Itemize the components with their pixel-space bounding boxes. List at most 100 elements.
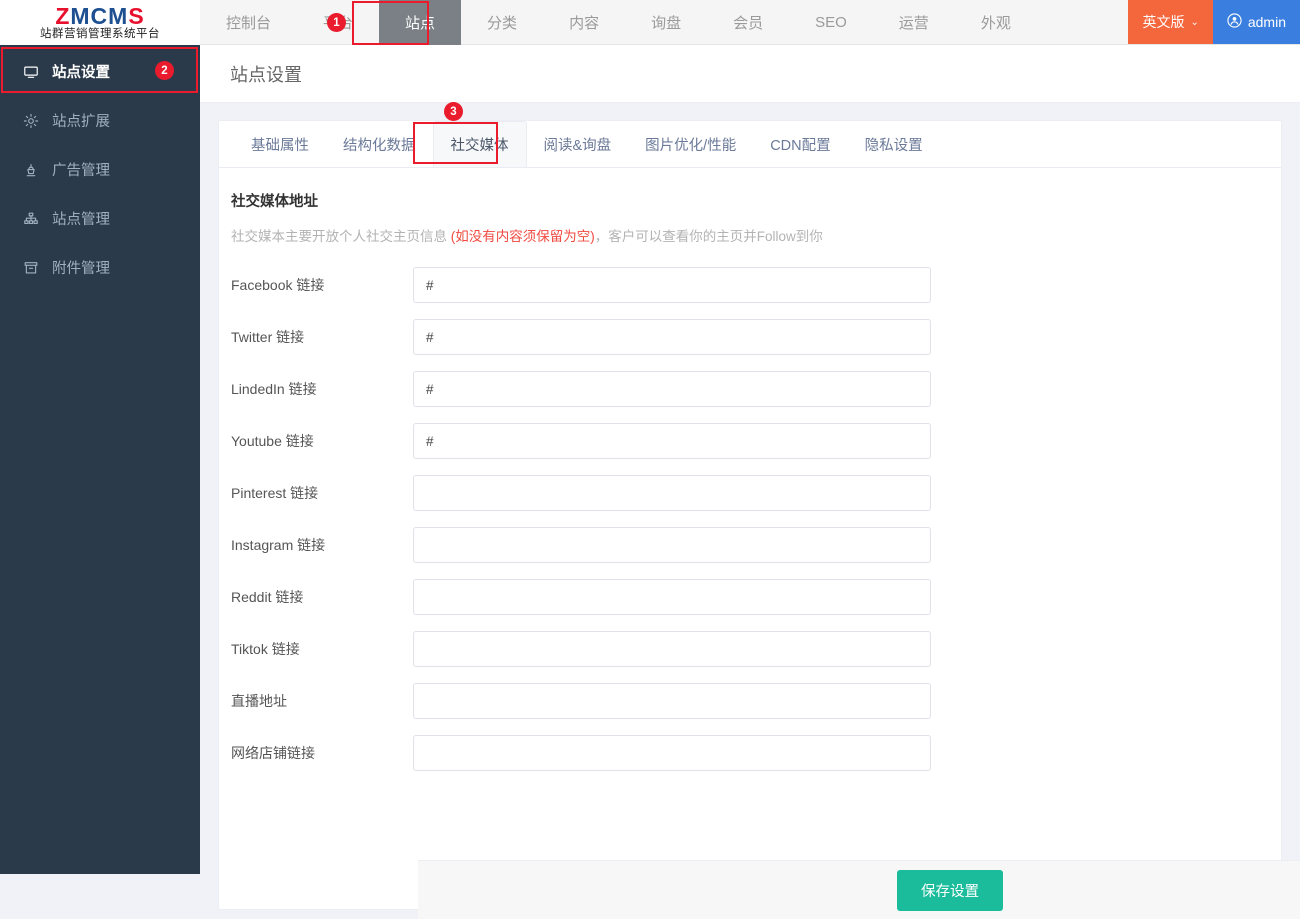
section-title: 社交媒体地址 xyxy=(231,194,318,210)
sidebar-item-label: 站点设置 xyxy=(52,65,110,81)
form-rows: Facebook 链接 Twitter 链接 LindedIn 链接 Youtube … xyxy=(219,267,1281,771)
form-row-2: LindedIn 链接 xyxy=(219,371,1281,407)
user-menu[interactable]: admin xyxy=(1212,0,1300,44)
form-row-4: Pinterest 链接 xyxy=(219,475,1281,511)
form-footer: 保存设置 xyxy=(418,860,1300,919)
annotation-badge-1: 1 xyxy=(327,13,346,32)
tab-4[interactable]: 图片优化/性能 xyxy=(628,121,753,167)
nav-item-label: 控制台 xyxy=(226,15,272,32)
save-button[interactable]: 保存设置 xyxy=(897,869,1003,911)
nav-item-label: 会员 xyxy=(733,15,764,32)
form-label-2: LindedIn 链接 xyxy=(231,381,317,397)
description-text-pre: 社交媒本主要开放个人社交主页信息 xyxy=(231,229,451,244)
tab-label: 阅读&询盘 xyxy=(543,137,612,154)
sidebar-item-2[interactable]: 广告管理 xyxy=(0,145,200,194)
form-label-8: 直播地址 xyxy=(231,693,287,709)
description-text-post: ，客户可以查看你的主页并Follow到你 xyxy=(594,229,823,244)
sidebar: 站点设置站点扩展广告管理站点管理附件管理 xyxy=(0,45,200,874)
annotation-badge-3: 3 xyxy=(444,102,463,121)
form-input-2[interactable] xyxy=(413,371,931,407)
page-title-card: 站点设置 xyxy=(200,45,1300,103)
top-bar-right: 英文版 ⌄ admin xyxy=(1128,0,1300,44)
logo-letter-s: S xyxy=(128,2,145,29)
form-input-6[interactable] xyxy=(413,579,931,615)
section-description: 社交媒本主要开放个人社交主页信息 (如没有内容须保留为空)，客户可以查看你的主页… xyxy=(219,225,1281,245)
form-input-8[interactable] xyxy=(413,683,931,719)
brand-logo[interactable]: ZMCMS 站群营销管理系统平台 xyxy=(0,0,200,45)
form-input-1[interactable] xyxy=(413,319,931,355)
form-row-9: 网络店铺链接 xyxy=(219,735,1281,771)
nav-item-label: 站点 xyxy=(405,15,436,32)
sidebar-item-3[interactable]: 站点管理 xyxy=(0,194,200,243)
lamp-icon xyxy=(22,161,39,178)
tab-0[interactable]: 基础属性 xyxy=(234,121,326,167)
nav-item-0[interactable]: 控制台 xyxy=(200,0,297,45)
form-label-5: Instagram 链接 xyxy=(231,537,326,553)
form-label-7: Tiktok 链接 xyxy=(231,641,300,657)
nav-item-label: 内容 xyxy=(569,15,600,32)
tab-label: 隐私设置 xyxy=(864,137,923,154)
settings-panel: 基础属性 结构化数据 社交媒体 阅读&询盘 图片优化/性能 CDN配置 隐私设置 社交媒体地… xyxy=(218,120,1282,910)
tab-label: 图片优化/性能 xyxy=(645,137,737,154)
nav-item-8[interactable]: 运营 xyxy=(873,0,955,45)
tab-label: 结构化数据 xyxy=(343,137,416,154)
form-input-0[interactable] xyxy=(413,267,931,303)
tab-2[interactable]: 社交媒体 xyxy=(432,121,527,167)
form-input-9[interactable] xyxy=(413,735,931,771)
form-row-6: Reddit 链接 xyxy=(219,579,1281,615)
description-warning: (如没有内容须保留为空) xyxy=(450,229,595,244)
nav-item-7[interactable]: SEO xyxy=(789,0,873,45)
annotation-badge-2: 2 xyxy=(155,61,174,80)
nav-item-label: SEO xyxy=(815,14,847,31)
tab-3[interactable]: 阅读&询盘 xyxy=(527,121,629,167)
form-row-8: 直播地址 xyxy=(219,683,1281,719)
nav-item-label: 询盘 xyxy=(651,15,682,32)
form-label-9: 网络店铺链接 xyxy=(231,745,315,761)
nav-item-5[interactable]: 询盘 xyxy=(625,0,707,45)
sidebar-item-label: 广告管理 xyxy=(52,163,110,179)
form-label-4: Pinterest 链接 xyxy=(231,485,319,501)
nav-item-4[interactable]: 内容 xyxy=(543,0,625,45)
social-media-form: 社交媒体地址 社交媒本主要开放个人社交主页信息 (如没有内容须保留为空)，客户可… xyxy=(219,168,1281,771)
form-row-0: Facebook 链接 xyxy=(219,267,1281,303)
nav-item-6[interactable]: 会员 xyxy=(707,0,789,45)
sidebar-item-label: 附件管理 xyxy=(52,261,110,277)
form-row-3: Youtube 链接 xyxy=(219,423,1281,459)
sidebar-item-label: 站点扩展 xyxy=(52,114,110,130)
user-name-label: admin xyxy=(1247,14,1286,30)
tab-1[interactable]: 结构化数据 xyxy=(326,121,433,167)
logo-letters-mcm: MCM xyxy=(70,2,129,29)
nav-item-label: 分类 xyxy=(487,15,518,32)
form-row-1: Twitter 链接 xyxy=(219,319,1281,355)
form-row-7: Tiktok 链接 xyxy=(219,631,1281,667)
language-switcher[interactable]: 英文版 ⌄ xyxy=(1128,0,1213,44)
nav-item-3[interactable]: 分类 xyxy=(461,0,543,45)
logo-letter-z: Z xyxy=(55,2,71,29)
form-label-6: Reddit 链接 xyxy=(231,589,304,605)
form-label-0: Facebook 链接 xyxy=(231,277,325,293)
nav-item-label: 外观 xyxy=(980,15,1011,32)
form-input-3[interactable] xyxy=(413,423,931,459)
form-label-3: Youtube 链接 xyxy=(231,433,314,449)
top-bar: ZMCMS 站群营销管理系统平台 控制台平台站点分类内容询盘会员SEO运营外观 … xyxy=(0,0,1300,45)
nav-item-label: 运营 xyxy=(898,15,929,32)
sidebar-item-label: 站点管理 xyxy=(52,212,110,228)
form-input-4[interactable] xyxy=(413,475,931,511)
form-label-1: Twitter 链接 xyxy=(231,329,305,345)
user-circle-icon xyxy=(1227,13,1242,31)
gear-icon xyxy=(22,112,39,129)
sidebar-item-1[interactable]: 站点扩展 xyxy=(0,96,200,145)
tab-6[interactable]: 隐私设置 xyxy=(848,121,940,167)
logo-wordmark: ZMCMS xyxy=(55,2,145,29)
sitemap-icon xyxy=(22,210,39,227)
nav-item-9[interactable]: 外观 xyxy=(955,0,1037,45)
form-input-7[interactable] xyxy=(413,631,931,667)
archive-icon xyxy=(22,259,39,276)
tab-label: CDN配置 xyxy=(770,137,831,154)
page-title: 站点设置 xyxy=(230,64,302,85)
form-input-5[interactable] xyxy=(413,527,931,563)
nav-item-2[interactable]: 站点 xyxy=(379,0,462,45)
sidebar-item-4[interactable]: 附件管理 xyxy=(0,243,200,292)
tab-5[interactable]: CDN配置 xyxy=(753,121,847,167)
form-row-5: Instagram 链接 xyxy=(219,527,1281,563)
